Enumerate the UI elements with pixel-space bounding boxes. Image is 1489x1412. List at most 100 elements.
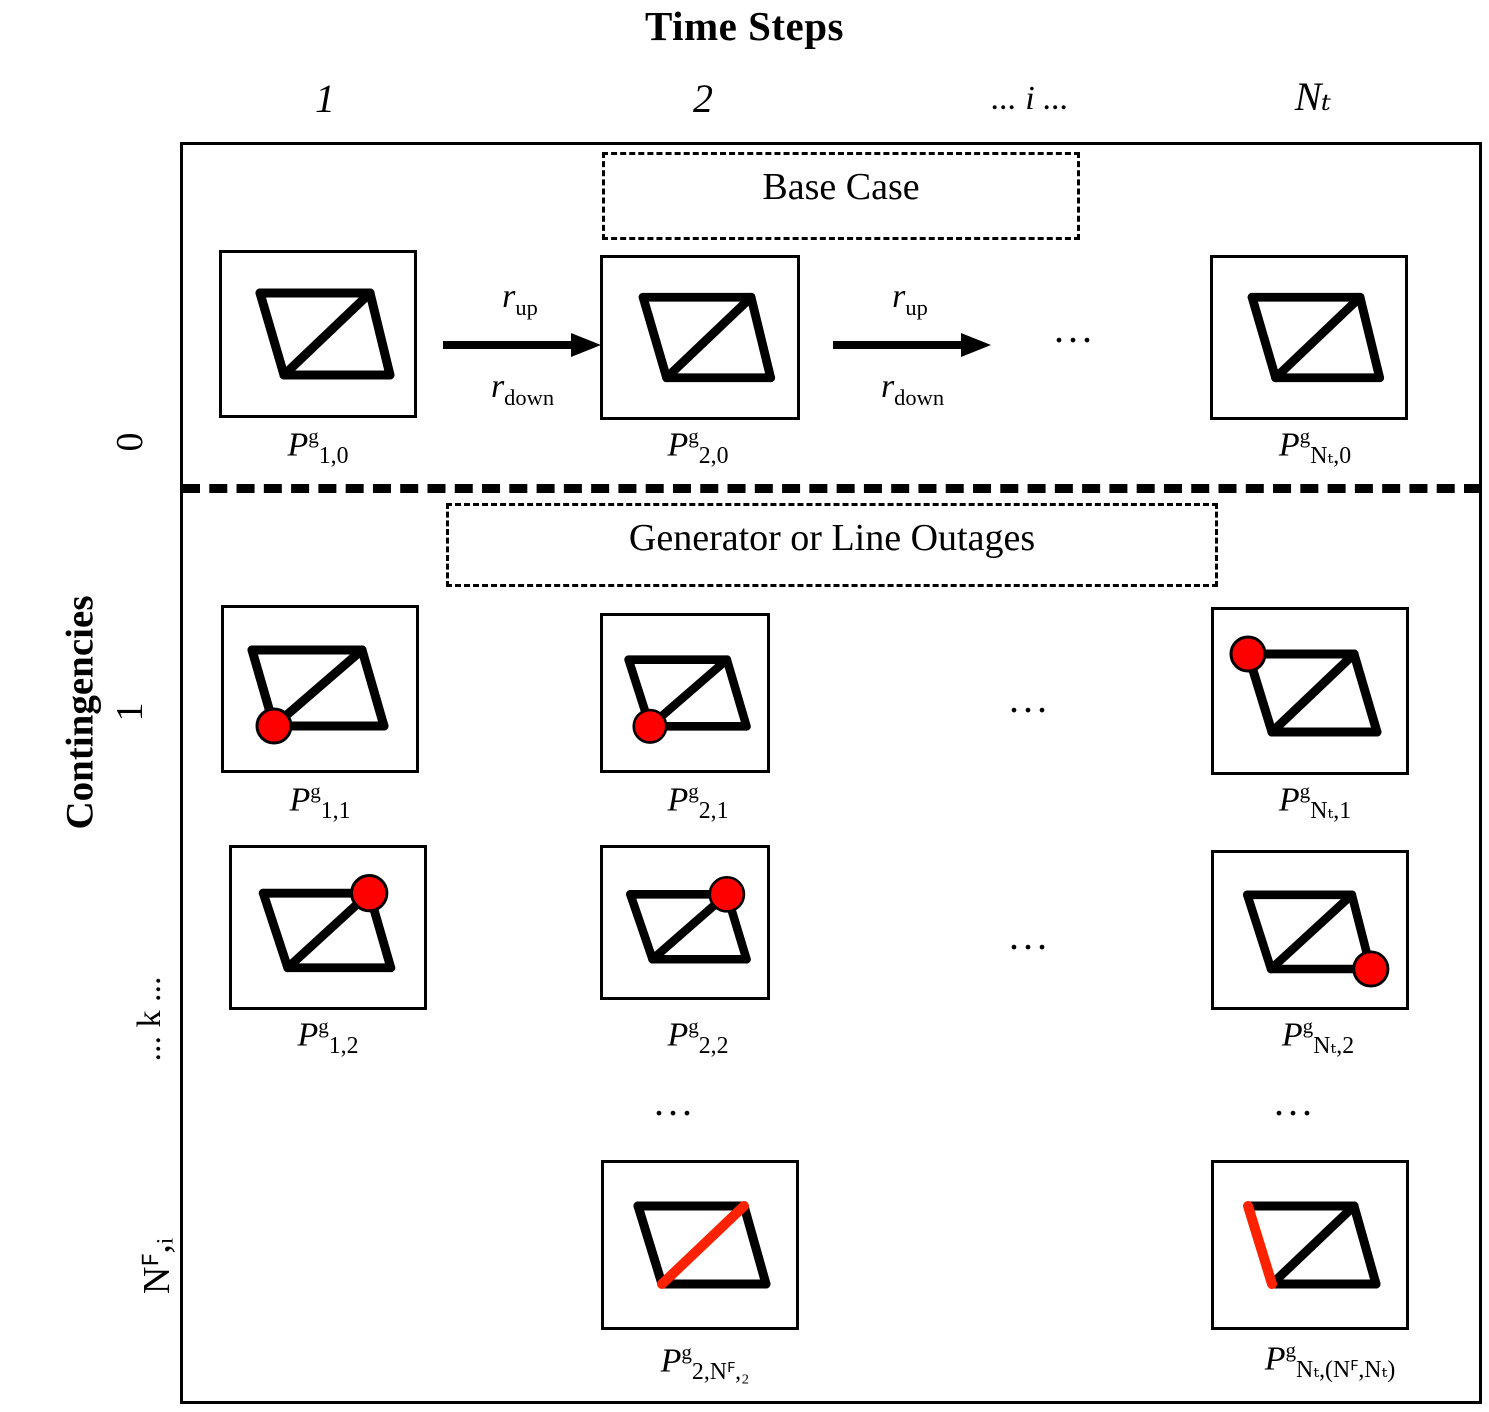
label-symbol-P: P (1278, 781, 1300, 819)
label-superscript: g (308, 424, 319, 448)
arrow-2-glyph (833, 330, 993, 365)
network-cell-2-2[interactable] (600, 845, 770, 1000)
column-header-1: 1 (315, 76, 335, 121)
fault-node-icon (632, 708, 668, 744)
caption-base-case: Base Case (602, 152, 1080, 240)
up-subscript: up (905, 294, 928, 320)
network-graph (258, 874, 396, 973)
label-superscript: g (318, 1014, 329, 1038)
column-header-Nt: Nₜ (1294, 74, 1332, 119)
label-symbol-P: P (289, 781, 311, 819)
fault-node-icon (708, 875, 746, 913)
label-symbol-P: P (297, 1016, 319, 1054)
network-graph (1247, 292, 1385, 383)
row-header-1: 1 (109, 702, 151, 722)
label-symbol-P: P (660, 1342, 682, 1380)
cell-label-2-1: Pg2,1 (598, 779, 798, 825)
cell-label-2-Nc2: Pg2,Nꟳ,₂ (590, 1340, 820, 1386)
arrow-2-up-label: rup (820, 278, 1000, 321)
arrow-2-down-label: rdown (815, 368, 1010, 411)
network-graph (1229, 635, 1382, 737)
network-graph (1242, 890, 1390, 988)
label-subscript: Nₜ,(Nꟳ,Nₜ) (1296, 1357, 1396, 1384)
network-cell-Nt-1[interactable] (1211, 607, 1409, 775)
page-title-contingencies: Contingencies (58, 595, 102, 830)
network-cell-2-1[interactable] (600, 613, 770, 773)
network-graph (626, 875, 751, 964)
network-graph (247, 645, 389, 745)
fault-line-icon (657, 1201, 749, 1289)
label-subscript: 2,Nꟳ,₂ (691, 1359, 750, 1386)
network-graph (255, 288, 395, 380)
fault-node-icon (350, 874, 389, 913)
cell-label-2-0: Pg2,0 (598, 424, 798, 470)
label-subscript: 2,2 (698, 1033, 729, 1060)
label-superscript: g (1285, 1338, 1297, 1362)
cell-label-Nt-NcNt: PgNₜ,(Nꟳ,Nₜ) (1185, 1338, 1475, 1384)
label-symbol-P: P (667, 1016, 689, 1054)
network-cell-1-0[interactable] (219, 250, 417, 418)
label-subscript: 1,2 (328, 1033, 359, 1060)
network-cell-Nt-NcNt[interactable] (1211, 1160, 1409, 1330)
arrow-1-down-label: rdown (425, 368, 620, 411)
network-graph (638, 292, 776, 383)
label-subscript: 2,1 (698, 798, 729, 825)
fault-node-icon (1229, 635, 1267, 673)
ellipsis-row1-mid: ... (1009, 676, 1051, 721)
label-superscript: g (688, 779, 699, 803)
network-cell-Nt-0[interactable] (1210, 255, 1408, 420)
network-cell-1-2[interactable] (229, 845, 427, 1010)
label-symbol-P: P (287, 426, 309, 464)
network-graph (633, 1201, 771, 1289)
label-superscript: g (310, 779, 321, 803)
label-subscript: 2,0 (698, 443, 729, 470)
network-cell-Nt-2[interactable] (1211, 850, 1409, 1010)
ellipsis-col2-below: ... (654, 1079, 696, 1124)
cell-label-1-1: Pg1,1 (220, 779, 420, 825)
label-superscript: g (681, 1340, 692, 1364)
cell-label-Nt-2: PgNₜ,2 (1198, 1014, 1438, 1060)
label-subscript: 1,1 (320, 798, 351, 825)
cell-label-1-2: Pg1,2 (228, 1014, 428, 1060)
ellipsis-row2-mid: ... (1009, 913, 1051, 958)
r-symbol: r (892, 278, 906, 315)
network-cell-2-0[interactable] (600, 255, 800, 420)
fault-node-icon (255, 707, 293, 745)
label-superscript: g (688, 1014, 699, 1038)
label-symbol-P: P (667, 781, 689, 819)
cell-label-Nt-1: PgNₜ,1 (1200, 779, 1430, 825)
row-header-k: ... k ... (131, 976, 168, 1062)
label-symbol-P: P (667, 426, 689, 464)
down-subscript: down (504, 384, 555, 410)
down-subscript: down (894, 384, 945, 410)
label-symbol-P: P (1281, 1016, 1303, 1054)
label-superscript: g (688, 424, 699, 448)
label-subscript: 1,0 (318, 443, 349, 470)
caption-generator-or-line-outages: Generator or Line Outages (446, 503, 1218, 587)
arrow-1-glyph (443, 330, 603, 365)
column-header-i: ... i ... (991, 80, 1069, 117)
label-superscript: g (1299, 779, 1311, 803)
cell-label-Nt-0: PgNₜ,0 (1200, 424, 1430, 470)
label-subscript: Nₜ,1 (1310, 798, 1352, 825)
label-subscript: Nₜ,2 (1313, 1033, 1355, 1060)
diagram-root: Time Steps Contingencies 1 2 ... i ... N… (0, 0, 1489, 1412)
network-cell-2-Nc2[interactable] (601, 1160, 799, 1330)
r-symbol: r (502, 278, 516, 315)
label-superscript: g (1302, 1014, 1314, 1038)
cell-label-1-0: Pg1,0 (218, 424, 418, 470)
label-subscript: Nₜ,0 (1310, 443, 1352, 470)
ellipsis-colNt-below: ... (1274, 1079, 1316, 1124)
network-cell-1-1[interactable] (221, 605, 419, 773)
row-header-Nci: Nꟳ,ᵢ (136, 1237, 178, 1295)
label-superscript: g (1299, 424, 1311, 448)
row-header-0: 0 (109, 432, 151, 452)
network-graph (624, 655, 751, 744)
r-symbol: r (880, 368, 895, 405)
up-subscript: up (515, 294, 538, 320)
base-case-contingency-separator (182, 484, 1482, 493)
cell-label-2-2: Pg2,2 (598, 1014, 798, 1060)
arrow-1-up-label: rup (430, 278, 610, 321)
column-header-2: 2 (693, 76, 713, 121)
page-title-time-steps: Time Steps (644, 3, 844, 49)
